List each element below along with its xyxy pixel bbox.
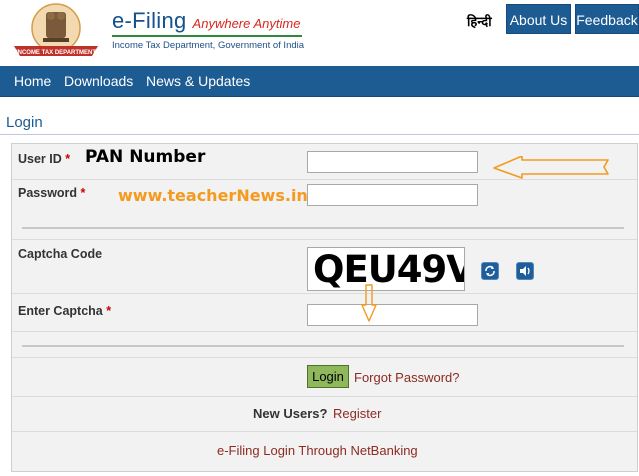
arrow-left-icon [493,156,609,179]
login-button[interactable]: Login [307,365,349,388]
main-nav: Home Downloads News & Updates [0,66,639,97]
captcha-code-label: Captcha Code [18,247,103,261]
enter-captcha-label: Enter Captcha * [18,304,111,318]
row-divider [12,239,637,240]
audio-captcha-icon [520,266,530,276]
section-divider [22,345,624,347]
emblem-ribbon-text: INCOME TAX DEPARTMENT [16,50,96,56]
login-heading: Login [6,114,43,131]
audio-captcha-button[interactable] [516,262,534,280]
password-label-text: Password [18,186,78,200]
section-divider [22,227,624,229]
site-watermark: www.teacherNews.in [118,186,308,205]
user-id-input[interactable] [307,151,478,173]
nav-downloads[interactable]: Downloads [64,73,133,89]
row-divider [12,331,637,332]
brand-underline [112,35,302,37]
register-link[interactable]: Register [333,406,381,421]
row-divider [12,396,637,397]
captcha-code-text: QEU49V [313,248,465,291]
row-divider [12,357,637,358]
arrow-down-icon [361,284,377,322]
pan-number-annotation: PAN Number [85,147,206,167]
enter-captcha-label-text: Enter Captcha [18,304,103,318]
captcha-image: QEU49V [307,247,465,291]
required-mark: * [80,186,86,200]
enter-captcha-input[interactable] [307,304,478,326]
national-emblem-icon: INCOME TAX DEPARTMENT [14,3,98,56]
feedback-button[interactable]: Feedback [575,4,639,34]
netbanking-login-link[interactable]: e-Filing Login Through NetBanking [217,443,418,458]
user-id-label: User ID * [18,152,70,166]
nav-news-updates[interactable]: News & Updates [146,73,250,89]
new-users-label: New Users? [253,406,328,421]
site-header: INCOME TAX DEPARTMENT e-Filing Anywhere A… [0,0,639,66]
password-label: Password * [18,186,85,200]
row-divider [12,431,637,432]
refresh-captcha-button[interactable] [481,262,499,280]
login-heading-rule [0,134,639,135]
required-mark: * [106,304,112,318]
refresh-captcha-icon [485,265,495,277]
about-us-button[interactable]: About Us [506,4,571,34]
brand-logo[interactable]: e-Filing Anywhere Anytime [112,8,300,34]
required-mark: * [65,152,71,166]
brand-subtitle: Income Tax Department, Government of Ind… [112,40,305,51]
row-divider [12,293,637,294]
brand-title: e-Filing [112,8,187,33]
brand-tagline: Anywhere Anytime [192,16,301,31]
user-id-label-text: User ID [18,152,62,166]
password-input[interactable] [307,184,478,206]
forgot-password-link[interactable]: Forgot Password? [354,370,460,385]
nav-home[interactable]: Home [14,73,51,89]
language-link-hindi[interactable]: हिन्दी [467,12,492,30]
